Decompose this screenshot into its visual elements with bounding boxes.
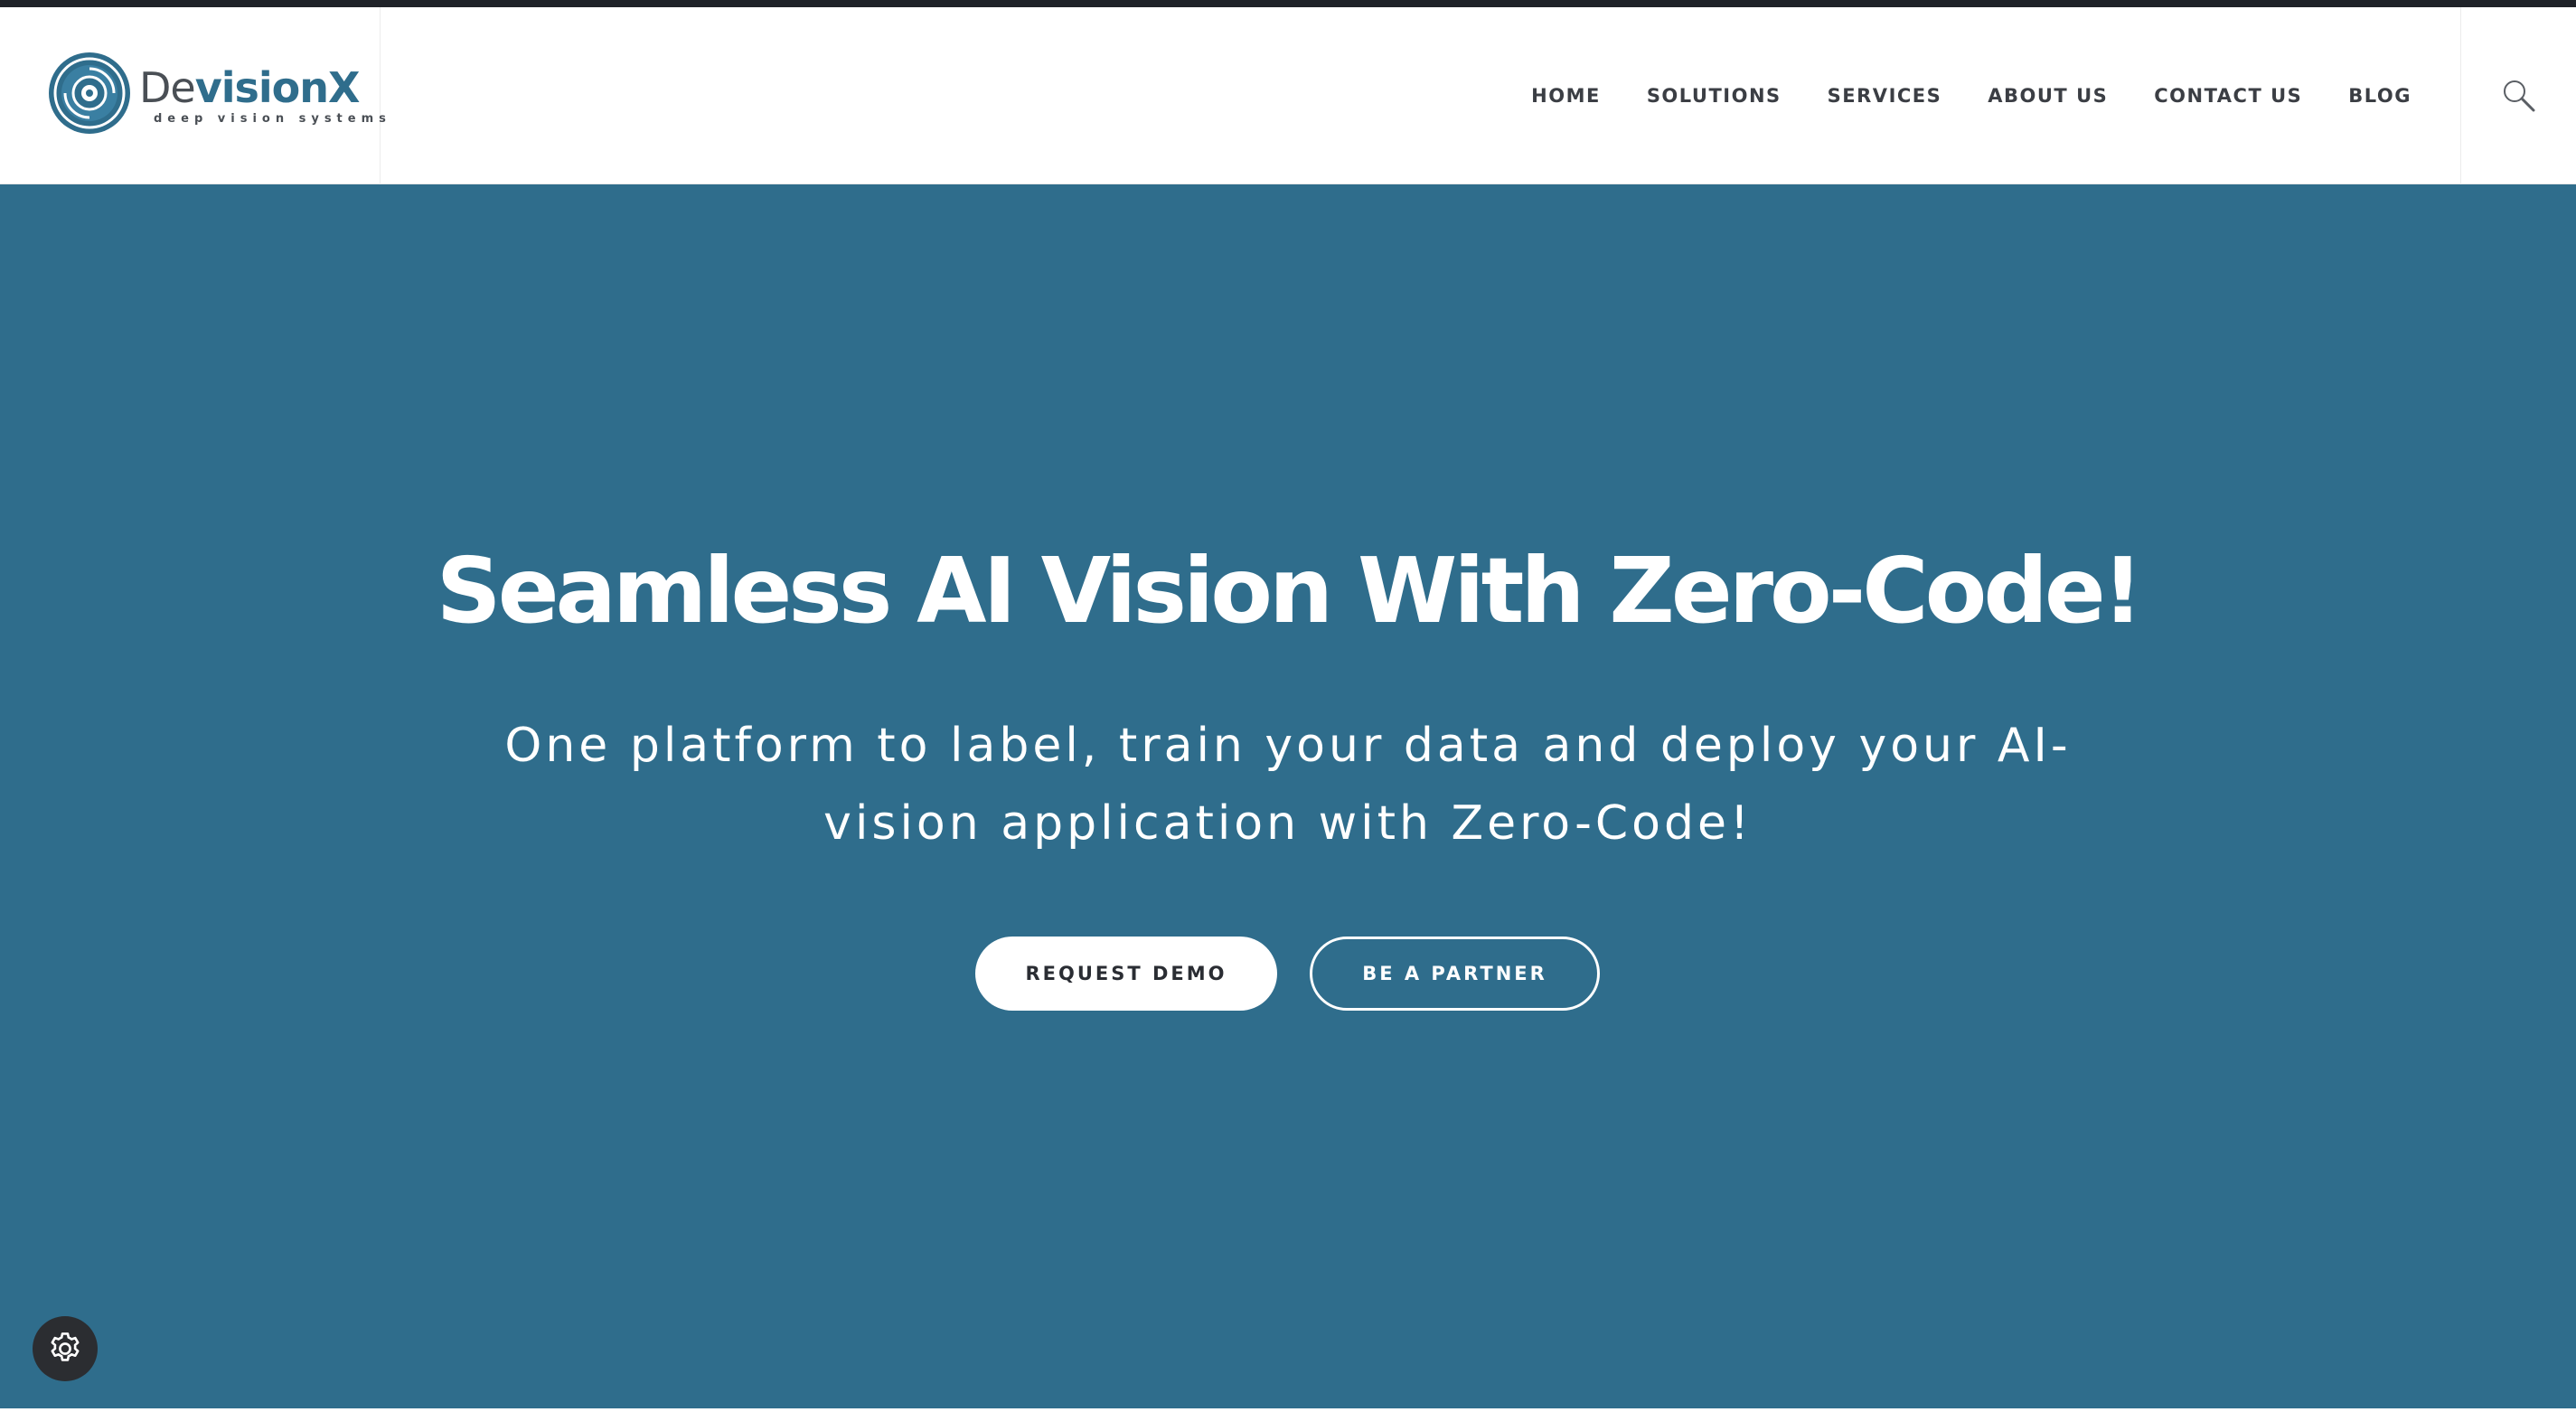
settings-widget-button[interactable] [33, 1316, 98, 1381]
logo-wordmark-prefix: De [139, 63, 196, 112]
search-icon [2503, 80, 2534, 112]
gear-icon [51, 1332, 80, 1361]
logo-mark-icon [49, 52, 130, 134]
hero-title: Seamless AI Vision With Zero-Code! [436, 538, 2144, 644]
request-demo-button[interactable]: REQUEST DEMO [975, 937, 1277, 1011]
hero-section: Seamless AI Vision With Zero-Code! One p… [0, 184, 2576, 1408]
nav-item-about-us[interactable]: ABOUT US [1988, 85, 2108, 107]
nav-links: HOME SOLUTIONS SERVICES ABOUT US CONTACT… [1485, 7, 2460, 184]
site-header: DevisionX deep vision systems HOME SOLUT… [0, 7, 2576, 184]
logo-wordmark: DevisionX [139, 67, 360, 108]
be-a-partner-button[interactable]: BE A PARTNER [1310, 937, 1600, 1011]
logo-wordmark-rest: visionX [194, 63, 361, 112]
top-strip [0, 0, 2576, 7]
nav-item-contact-us[interactable]: CONTACT US [2154, 85, 2302, 107]
nav-item-home[interactable]: HOME [1531, 85, 1601, 107]
nav-item-services[interactable]: SERVICES [1828, 85, 1942, 107]
logo[interactable]: DevisionX deep vision systems [0, 7, 386, 184]
nav-item-solutions[interactable]: SOLUTIONS [1647, 85, 1782, 107]
search-button[interactable] [2460, 7, 2576, 184]
main-nav: HOME SOLUTIONS SERVICES ABOUT US CONTACT… [1485, 7, 2576, 184]
hero-subtitle: One platform to label, train your data a… [504, 719, 2072, 851]
logo-tagline: deep vision systems [154, 112, 391, 126]
nav-item-blog[interactable]: BLOG [2348, 85, 2411, 107]
